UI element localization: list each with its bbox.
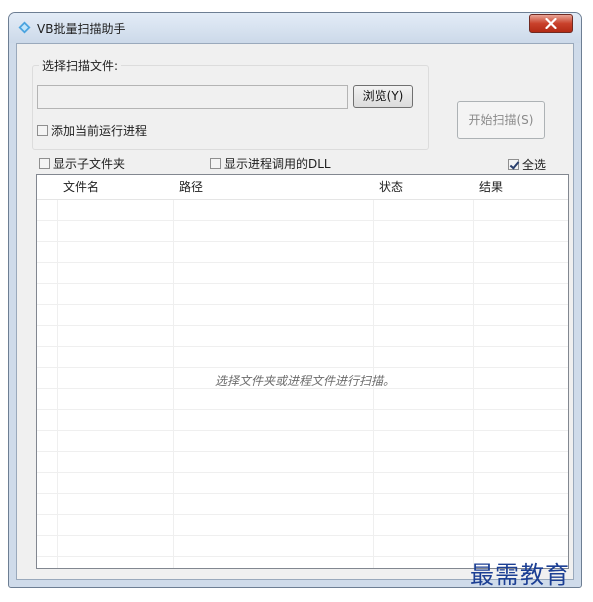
column-divider (173, 175, 174, 568)
show-dll-checkbox[interactable]: 显示进程调用的DLL (210, 155, 331, 172)
row-gridline (37, 241, 568, 242)
row-gridline (37, 451, 568, 452)
browse-button[interactable]: 浏览(Y) (353, 85, 413, 108)
add-process-label: 添加当前运行进程 (51, 124, 148, 138)
show-subfolders-checkbox-box[interactable] (39, 158, 50, 169)
row-gridline (37, 283, 568, 284)
column-header-path[interactable]: 路径 (174, 175, 203, 199)
row-gridline (37, 346, 568, 347)
empty-table-message: 选择文件夹或进程文件进行扫描。 (215, 374, 396, 388)
row-gridline (37, 325, 568, 326)
window-title: VB批量扫描助手 (37, 22, 126, 36)
select-all-label: 全选 (522, 158, 547, 172)
show-dll-label: 显示进程调用的DLL (224, 157, 331, 171)
title-bar[interactable]: VB批量扫描助手 (9, 13, 581, 43)
watermark: 最需教育 (470, 561, 570, 589)
row-gridline (37, 220, 568, 221)
add-process-checkbox-box[interactable] (37, 125, 48, 136)
select-all-checkbox-box[interactable] (508, 159, 519, 170)
show-dll-checkbox-box[interactable] (210, 158, 221, 169)
row-gridline (37, 367, 568, 368)
app-icon (18, 21, 31, 34)
column-header-status[interactable]: 状态 (374, 175, 403, 199)
row-gridline (37, 430, 568, 431)
row-gridline (37, 304, 568, 305)
row-gridline (37, 514, 568, 515)
show-subfolders-checkbox[interactable]: 显示子文件夹 (39, 155, 125, 172)
close-icon (545, 18, 557, 29)
start-scan-button[interactable]: 开始扫描(S) (457, 101, 545, 139)
file-path-input[interactable] (37, 85, 348, 109)
show-subfolders-label: 显示子文件夹 (53, 157, 126, 171)
scan-file-group: 选择扫描文件: 浏览(Y) 添加当前运行进程 (32, 57, 429, 150)
row-gridline (37, 409, 568, 410)
row-gridline (37, 493, 568, 494)
column-divider (57, 175, 58, 568)
scan-file-group-label: 选择扫描文件: (39, 57, 122, 74)
client-area: 选择扫描文件: 浏览(Y) 添加当前运行进程 开始扫描(S) 显示子文件夹 显示… (16, 43, 574, 580)
table-header: 文件名 路径 状态 结果 (37, 175, 568, 200)
row-gridline (37, 262, 568, 263)
main-window: VB批量扫描助手 选择扫描文件: 浏览(Y) 添加当前运行进程 开始扫描(S) … (8, 12, 582, 588)
row-gridline (37, 535, 568, 536)
close-button[interactable] (529, 14, 573, 33)
column-header-filename[interactable]: 文件名 (58, 175, 99, 199)
column-divider (473, 175, 474, 568)
add-process-checkbox[interactable]: 添加当前运行进程 (37, 122, 147, 139)
select-all-checkbox[interactable]: 全选 (508, 156, 546, 173)
row-gridline (37, 472, 568, 473)
column-header-result[interactable]: 结果 (474, 175, 503, 199)
file-list-table[interactable]: 文件名 路径 状态 结果 选择文件夹或进程文件进行扫描。 (36, 174, 569, 569)
